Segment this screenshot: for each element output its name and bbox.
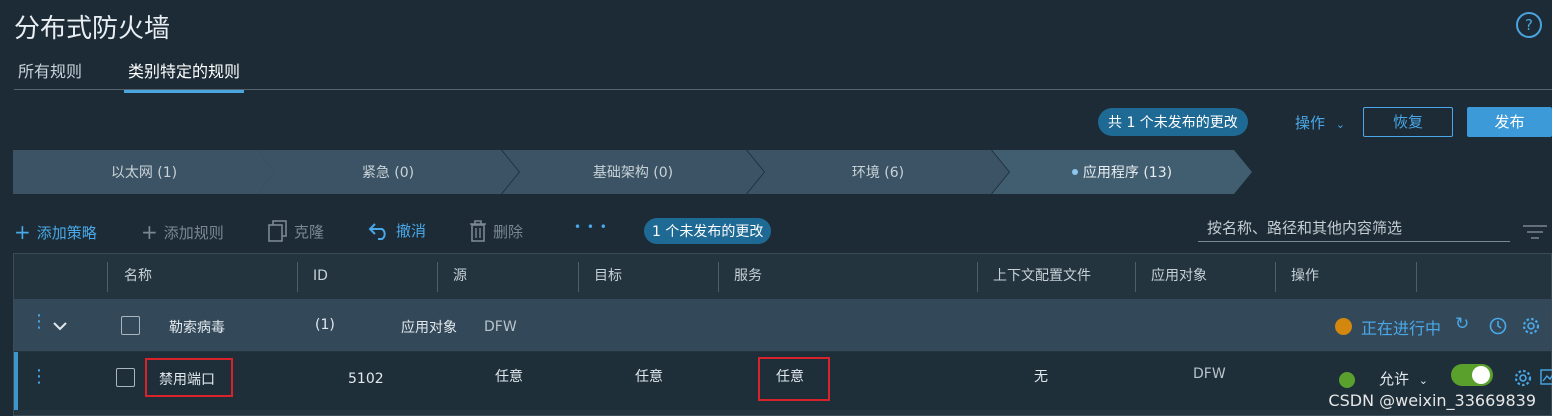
unpublished-changes-badge[interactable]: 共 1 个未发布的更改 (1098, 108, 1248, 136)
add-rule-label: 添加规则 (163, 223, 224, 242)
chevron-down-icon: ⌄ (1418, 374, 1429, 387)
status-ok-icon (1339, 372, 1355, 388)
add-rule-button[interactable]: + 添加规则 (141, 220, 224, 244)
category-label: 以太网 (1) (110, 165, 178, 181)
actions-menu-label: 操作 (1295, 114, 1326, 132)
delete-button[interactable]: 删除 (469, 220, 523, 242)
column-separator (977, 262, 978, 292)
section-checkbox[interactable] (121, 316, 140, 335)
header-destination[interactable]: 目标 (594, 254, 622, 299)
rule-applied-to[interactable]: DFW (1193, 366, 1226, 382)
clone-button[interactable]: 克隆 (268, 220, 324, 242)
rule-action-select[interactable]: 允许 ⌄ (1379, 368, 1428, 389)
rules-table: 名称 ID 源 目标 服务 上下文配置文件 应用对象 操作 ⋮ 勒索病毒 (1)… (13, 253, 1552, 416)
rule-enabled-toggle[interactable] (1451, 364, 1493, 386)
section-applied-to-value: DFW (484, 319, 517, 335)
category-environment[interactable]: 环境 (6) (747, 150, 1009, 194)
rule-source[interactable]: 任意 (495, 366, 523, 386)
chevron-down-icon: ⌄ (1335, 118, 1346, 131)
clone-label: 克隆 (294, 222, 325, 241)
filter-lines-icon[interactable] (1522, 224, 1548, 240)
watermark: CSDN @weixin_33669839 (1328, 391, 1536, 410)
drag-handle-icon[interactable]: ⋮ (30, 368, 48, 386)
clone-icon (268, 220, 287, 242)
active-dot-icon (1072, 169, 1078, 175)
category-label: 环境 (6) (851, 165, 905, 181)
rule-name[interactable]: 禁用端口 (159, 369, 215, 389)
category-label: 应用程序 (13) (1082, 165, 1173, 181)
policy-section-row[interactable]: ⋮ 勒索病毒 (1) 应用对象 DFW 正在进行中 ↻ (14, 299, 1551, 351)
header-applied-to[interactable]: 应用对象 (1151, 254, 1207, 299)
column-separator (1275, 262, 1276, 292)
add-policy-button[interactable]: + 添加策略 (14, 220, 97, 244)
in-progress-status-icon (1335, 318, 1352, 335)
column-separator (1416, 262, 1417, 292)
category-ethernet[interactable]: 以太网 (1) (13, 150, 275, 194)
page-title: 分布式防火墙 (14, 14, 171, 44)
refresh-icon[interactable]: ↻ (1455, 314, 1469, 334)
rule-row[interactable]: ⋮ 禁用端口 5102 任意 任意 任意 无 DFW 允许 ⌄ (14, 352, 1552, 410)
undo-label: 撤消 (396, 222, 427, 240)
category-label: 基础架构 (0) (592, 165, 674, 181)
rule-id: 5102 (348, 371, 384, 387)
undo-button[interactable]: 撤消 (368, 220, 426, 241)
column-separator (718, 262, 719, 292)
publish-button[interactable]: 发布 (1467, 107, 1552, 137)
plus-icon: + (14, 220, 31, 244)
header-source[interactable]: 源 (453, 254, 467, 299)
rule-service[interactable]: 任意 (776, 366, 804, 386)
rule-destination[interactable]: 任意 (635, 366, 663, 386)
header-name[interactable]: 名称 (124, 254, 152, 299)
tabs-divider (14, 89, 1552, 90)
drag-handle-icon[interactable]: ⋮ (30, 313, 48, 331)
section-unpublished-badge[interactable]: 1 个未发布的更改 (644, 218, 772, 244)
chevron-down-icon[interactable] (52, 321, 68, 331)
category-bar: 以太网 (1) 紧急 (0) 基础架构 (0) 环境 (6) 应用程序 (13) (13, 150, 1263, 194)
column-separator (578, 262, 579, 292)
header-service[interactable]: 服务 (734, 254, 762, 299)
section-rule-count: (1) (315, 317, 335, 333)
column-separator (107, 262, 108, 292)
gear-icon[interactable] (1522, 317, 1540, 335)
help-icon[interactable]: ? (1516, 12, 1542, 38)
category-emergency[interactable]: 紧急 (0) (257, 150, 519, 194)
actions-menu[interactable]: 操作 ⌄ (1295, 112, 1345, 133)
category-infrastructure[interactable]: 基础架构 (0) (502, 150, 764, 194)
graph-icon[interactable] (1540, 369, 1552, 385)
plus-icon: + (141, 220, 158, 244)
undo-icon (368, 222, 386, 240)
revert-button[interactable]: 恢复 (1363, 107, 1453, 137)
rule-checkbox[interactable] (116, 368, 135, 387)
trash-icon (470, 220, 486, 242)
gear-icon[interactable] (1514, 369, 1532, 387)
tab-category-rules[interactable]: 类别特定的规则 (124, 58, 245, 93)
more-options-button[interactable]: • • • (574, 220, 608, 234)
section-name: 勒索病毒 (169, 320, 225, 336)
delete-label: 删除 (493, 222, 524, 241)
category-application[interactable]: 应用程序 (13) (992, 150, 1252, 194)
rule-context-profile[interactable]: 无 (1034, 366, 1048, 386)
rule-action-value: 允许 (1379, 370, 1410, 388)
column-separator (1135, 262, 1136, 292)
header-action[interactable]: 操作 (1291, 254, 1319, 299)
clock-icon[interactable] (1489, 317, 1507, 335)
column-separator (437, 262, 438, 292)
section-status: 正在进行中 (1361, 319, 1442, 338)
header-context-profile[interactable]: 上下文配置文件 (993, 254, 1091, 299)
column-separator (297, 262, 298, 292)
filter-input[interactable]: 按名称、路径和其他内容筛选 (1198, 214, 1510, 242)
add-policy-label: 添加策略 (36, 223, 97, 242)
section-applied-to-label: 应用对象 (401, 320, 457, 336)
category-label: 紧急 (0) (361, 165, 415, 181)
header-id[interactable]: ID (313, 254, 328, 299)
tab-all-rules[interactable]: 所有规则 (18, 58, 82, 90)
